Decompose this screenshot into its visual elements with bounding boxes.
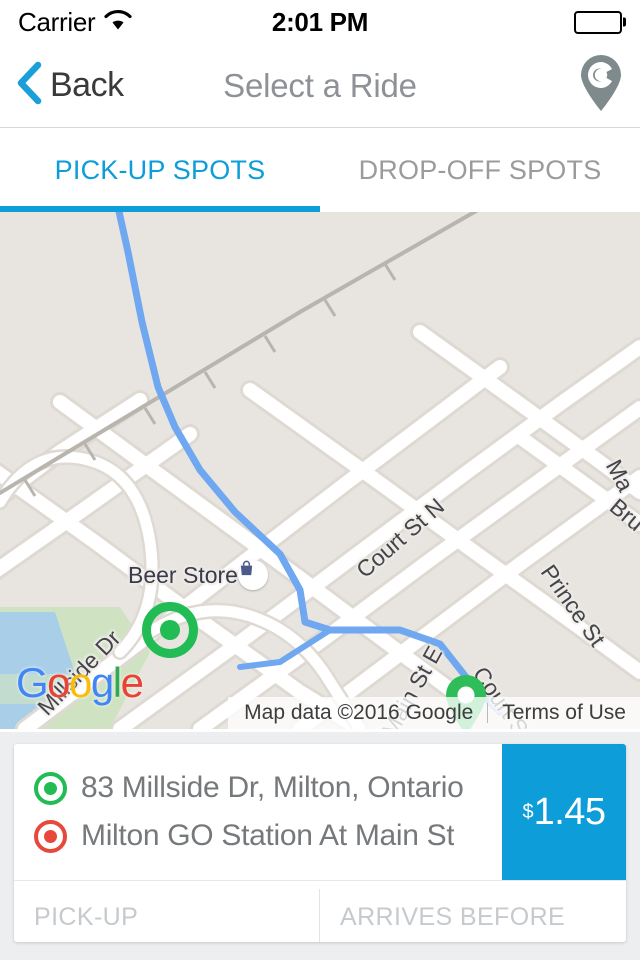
tab-dropoff-spots[interactable]: DROP-OFF SPOTS: [320, 128, 640, 212]
bottom-sheet: 83 Millside Dr, Milton, Ontario Milton G…: [0, 732, 640, 960]
map-view[interactable]: Millside Dr Court St N Court St S Main S…: [0, 212, 640, 729]
red-target-icon: [34, 819, 67, 853]
app-screen: Carrier 2:01 PM Back Select a Ride PICK-…: [0, 0, 640, 960]
status-bar-right: [574, 10, 622, 34]
back-button-label: Back: [50, 66, 124, 104]
dropoff-address-label: Milton GO Station At Main St: [81, 819, 455, 852]
arrival-time-column: ARRIVES BEFORE: [319, 881, 626, 942]
origin-circle-marker[interactable]: [142, 602, 198, 658]
status-bar-time: 2:01 PM: [271, 6, 369, 37]
ride-option-card[interactable]: 83 Millside Dr, Milton, Ontario Milton G…: [14, 744, 626, 942]
price-currency-symbol: $: [522, 801, 534, 823]
price-value: 1.45: [533, 791, 606, 833]
map-pin-c-logo-icon: [578, 54, 624, 117]
map-attribution-bar: Map data ©2016 Google Terms of Use: [228, 697, 640, 729]
ride-card-details: PICK-UP ARRIVES BEFORE: [14, 880, 626, 942]
status-bar: Carrier 2:01 PM: [0, 0, 640, 44]
ride-card-header: 83 Millside Dr, Milton, Ontario Milton G…: [14, 744, 626, 880]
spot-type-tabs: PICK-UP SPOTS DROP-OFF SPOTS: [0, 128, 640, 212]
green-target-icon: [34, 771, 67, 805]
pickup-time-column: PICK-UP: [14, 881, 320, 942]
navigation-bar: Back Select a Ride: [0, 44, 640, 128]
attribution-divider: [487, 703, 489, 723]
pickup-address-row: 83 Millside Dr, Milton, Ontario: [34, 764, 502, 812]
arrival-time-label: ARRIVES BEFORE: [340, 903, 566, 931]
google-logo: Google: [16, 659, 144, 706]
pickup-address-label: 83 Millside Dr, Milton, Ontario: [81, 771, 464, 804]
shopping-bag-icon: [238, 560, 268, 590]
terms-of-use-link[interactable]: Terms of Use: [502, 701, 626, 725]
back-button[interactable]: Back: [16, 61, 124, 110]
tab-pickup-spots[interactable]: PICK-UP SPOTS: [0, 128, 320, 212]
dropoff-address-row: Milton GO Station At Main St: [34, 812, 502, 860]
pickup-time-label: PICK-UP: [34, 903, 139, 931]
battery-full-icon: [574, 10, 622, 34]
ride-addresses: 83 Millside Dr, Milton, Ontario Milton G…: [14, 744, 502, 880]
app-logo-button[interactable]: [578, 54, 624, 117]
map-vector-layer: [0, 212, 640, 729]
map-data-attribution: Map data ©2016 Google: [244, 701, 474, 724]
chevron-left-icon: [16, 61, 42, 110]
price-badge[interactable]: $ 1.45: [502, 744, 626, 880]
